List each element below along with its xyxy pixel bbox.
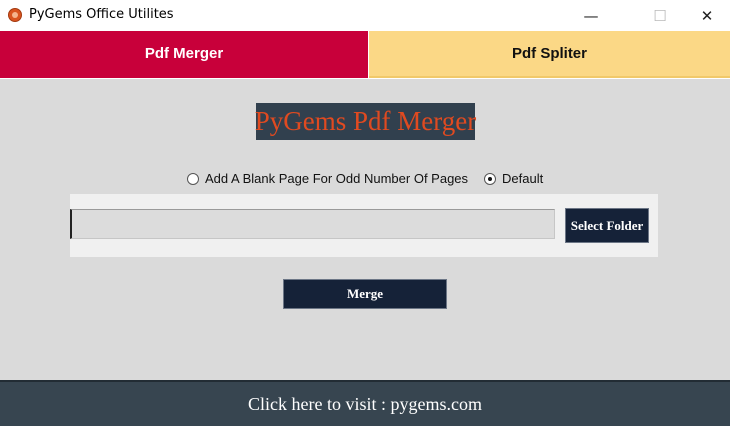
radio-checked-icon[interactable] xyxy=(484,172,496,185)
tab-pdf-spliter[interactable]: Pdf Spliter xyxy=(369,31,730,78)
merger-panel: PyGems Pdf Merger Add A Blank Page For O… xyxy=(0,79,730,380)
folder-selection-panel: Select Folder xyxy=(70,194,658,257)
website-link[interactable]: Click here to visit : pygems.com xyxy=(248,394,482,415)
radio-default-label: Default xyxy=(502,171,544,186)
window-titlebar: PyGems Office Utilites — ☐ ✕ xyxy=(0,0,730,31)
minimize-button[interactable]: — xyxy=(568,0,614,31)
close-button[interactable]: ✕ xyxy=(684,0,730,31)
select-folder-button[interactable]: Select Folder xyxy=(565,208,649,243)
footer-link-bar[interactable]: Click here to visit : pygems.com xyxy=(0,380,730,426)
folder-path-input[interactable] xyxy=(70,209,555,239)
radio-unchecked-icon[interactable] xyxy=(187,172,199,185)
window-title: PyGems Office Utilites xyxy=(29,7,174,22)
tab-pdf-merger[interactable]: Pdf Merger xyxy=(0,31,368,78)
merge-button[interactable]: Merge xyxy=(283,279,447,309)
page-title: PyGems Pdf Merger xyxy=(255,103,476,140)
radio-add-blank-page[interactable]: Add A Blank Page For Odd Number Of Pages xyxy=(187,171,468,186)
pygems-logo-icon xyxy=(8,8,22,22)
radio-add-blank-page-label: Add A Blank Page For Odd Number Of Pages xyxy=(205,171,469,186)
radio-default[interactable]: Default xyxy=(484,171,543,186)
maximize-button[interactable]: ☐ xyxy=(637,0,683,31)
